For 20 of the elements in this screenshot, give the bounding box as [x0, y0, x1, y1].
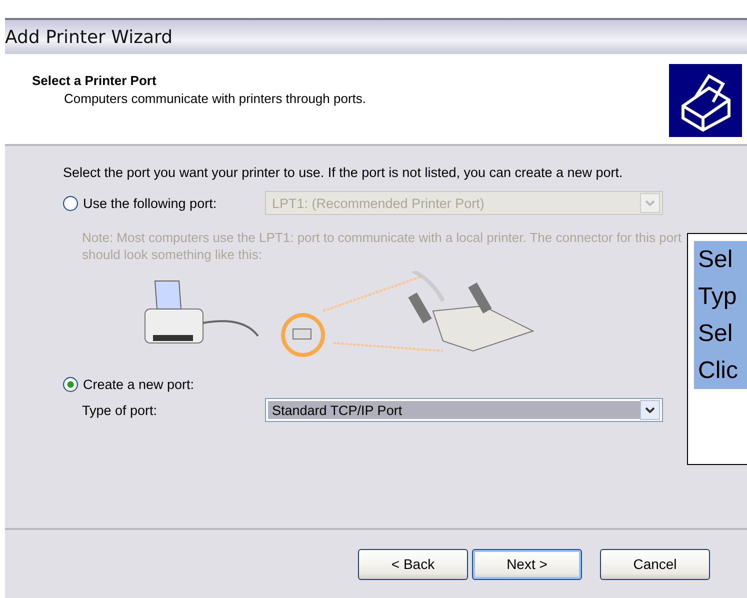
chevron-down-icon — [645, 200, 655, 206]
callout-text: Sel — [694, 241, 747, 278]
printer-icon — [669, 64, 742, 137]
note-text: Note: Most computers use the LPT1: port to communicate with a local printer. The connector for this port should look something like this: — [82, 229, 682, 263]
callout-text: Sel — [694, 315, 747, 352]
page-title: Select a Printer Port — [32, 73, 158, 88]
chevron-down-icon — [645, 407, 655, 413]
radio-label: Use the following port: — [83, 196, 217, 210]
port-type-dropdown[interactable]: Standard TCP/IP Port — [265, 398, 663, 422]
callout-text: Clic — [694, 352, 747, 389]
radio-label: Create a new port: — [83, 377, 194, 392]
wizard-button[interactable]: < Back — [358, 548, 468, 580]
page-subtitle: Computers communicate with printers through ports. — [63, 91, 366, 106]
wizard-button[interactable]: Cancel — [600, 548, 710, 580]
instruction-text: Select the port you want your printer to use. If the port is not listed, you can create a new port. — [63, 164, 624, 181]
field-label: Type of port: — [82, 402, 158, 418]
radio-button[interactable] — [63, 377, 78, 392]
window-title: Add Printer Wizard — [5, 18, 747, 54]
callout-text: Typ — [694, 278, 747, 315]
wizard-button[interactable]: Next > — [472, 548, 582, 580]
